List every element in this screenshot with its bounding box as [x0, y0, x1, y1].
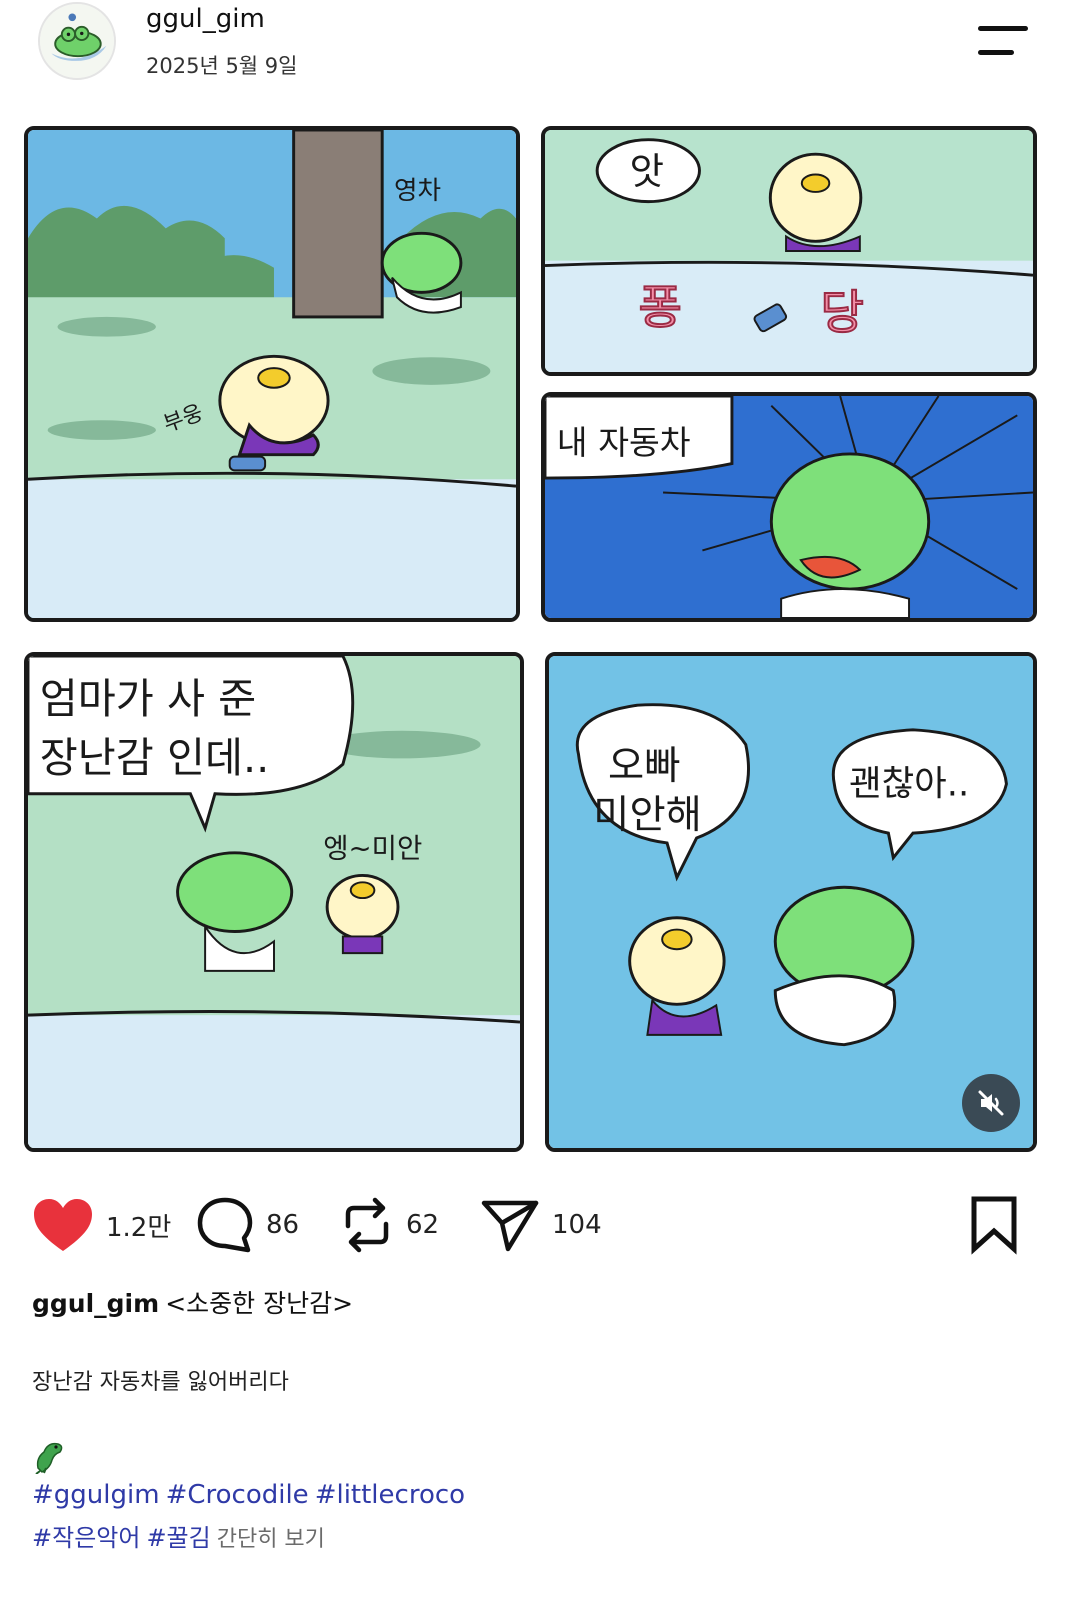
mute-button[interactable]	[962, 1074, 1020, 1132]
bubble-okay-text: 괜찮아..	[849, 764, 969, 805]
bubble-ah-text: 앗	[630, 150, 664, 193]
bubble-my-car-text: 내 자동차	[557, 423, 691, 462]
send-icon	[481, 1200, 539, 1252]
caption-header: ggul_gim <소중한 장난감>	[32, 1284, 353, 1320]
post-username[interactable]: ggul_gim	[146, 4, 265, 34]
hashtag-link[interactable]: #꿀김	[146, 1524, 210, 1552]
hashtag-link[interactable]: #작은악어	[32, 1524, 140, 1552]
comic-panel-5: 오빠 미안해 괜찮아..	[545, 652, 1037, 1152]
comic-panel-4: 엄마가 사 준 장난감 인데.. 엥~미안	[24, 652, 524, 1152]
hashtags-line-2: #작은악어 #꿀김 간단히 보기	[32, 1518, 325, 1553]
comic-panel-3: 내 자동차	[541, 392, 1037, 622]
comic-panel-1: 영차 부웅	[24, 126, 520, 622]
bubble-mom-line1-text: 엄마가 사 준	[40, 675, 256, 723]
bubble-sorry-line2-text: 미안해	[593, 792, 702, 838]
hashtag-link[interactable]: #ggulgim	[32, 1480, 160, 1510]
caption-title: <소중한 장난감>	[165, 1289, 354, 1318]
share-count: 104	[552, 1210, 602, 1240]
repost-count: 62	[406, 1210, 440, 1240]
comment-count: 86	[266, 1210, 300, 1240]
comment-button[interactable]: 86	[196, 1195, 299, 1255]
post-header: ggul_gim 2025년 5월 9일	[0, 0, 1080, 110]
bookmark-button[interactable]	[968, 1195, 1024, 1255]
share-button[interactable]: 104	[480, 1195, 602, 1255]
comic-image[interactable]: 영차 부웅 앗 퐁 당 내 자동차 엄마가 사 준 장난감 인데.. 엥~미안 …	[0, 120, 1080, 1160]
like-count: 1.2만	[106, 1212, 172, 1243]
comment-icon	[197, 1197, 253, 1253]
menu-icon	[978, 26, 1028, 31]
avatar[interactable]	[38, 2, 116, 80]
menu-button[interactable]	[970, 24, 1030, 60]
caption-username[interactable]: ggul_gim	[32, 1289, 159, 1318]
repost-icon	[345, 1197, 389, 1253]
bubble-mom-line2-text: 장난감 인데..	[40, 734, 269, 782]
hashtag-link[interactable]: #Crocodile	[166, 1480, 309, 1510]
crocodile-avatar-icon	[40, 4, 114, 78]
action-bar: 1.2만 86 62 104	[0, 1185, 1080, 1265]
bookmark-icon	[971, 1196, 1017, 1255]
bubble-sorry-line1-text: 오빠	[608, 743, 680, 789]
crocodile-emoji-icon	[32, 1438, 66, 1475]
caption-body: 장난감 자동차를 잃어버리다	[32, 1370, 289, 1395]
like-button[interactable]: 1.2만	[32, 1195, 171, 1255]
side-sorry-text: 엥~미안	[323, 833, 422, 865]
sfx-plop-right-text: 당	[820, 287, 863, 341]
post-date: 2025년 5월 9일	[146, 54, 298, 78]
heart-icon	[34, 1199, 92, 1251]
sfx-heave-text: 영차	[394, 176, 441, 206]
comic-panel-2: 앗 퐁 당	[541, 126, 1037, 376]
speaker-muted-icon	[978, 1090, 1004, 1116]
hashtag-link[interactable]: #littlecroco	[315, 1480, 465, 1510]
hashtags-line-1: #ggulgim #Crocodile #littlecroco	[32, 1480, 471, 1510]
sfx-plop-left-text: 퐁	[638, 282, 681, 336]
repost-button[interactable]: 62	[340, 1195, 439, 1255]
show-less-link[interactable]: 간단히 보기	[217, 1527, 325, 1552]
